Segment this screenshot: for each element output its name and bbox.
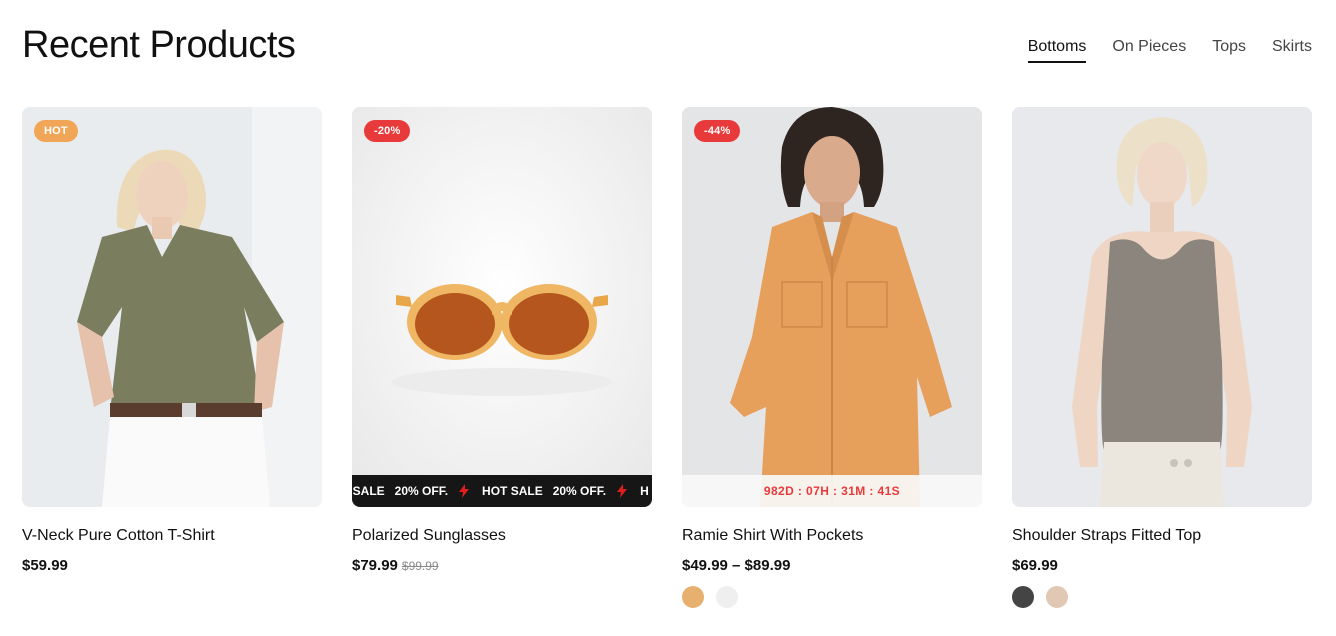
tab-on-pieces[interactable]: On Pieces [1112,38,1186,62]
tshirt-model-image [22,107,322,507]
product-price: $69.99 [1012,557,1312,574]
hot-badge: HOT [34,120,78,142]
category-tabs: Bottoms On Pieces Tops Skirts [1027,38,1312,63]
product-grid: HOT V-Neck Pure Cotton T-Shirt $59.99 -2… [22,107,1312,608]
color-swatch-beige[interactable] [1046,586,1068,608]
product-card: -44% 982D : 07H : 31M : 41S Ramie Shirt … [682,107,982,608]
product-image[interactable]: -20% T SALE 20% OFF. HOT SALE 20% OFF. H [352,107,652,507]
tab-skirts[interactable]: Skirts [1272,38,1312,62]
color-swatch-orange[interactable] [682,586,704,608]
discount-badge: -44% [694,120,741,142]
color-swatches [682,586,982,608]
product-price: $49.99 – $89.99 [682,557,982,574]
lightning-bolt-icon [459,484,470,498]
countdown-timer: 982D : 07H : 31M : 41S [682,475,982,507]
tab-tops[interactable]: Tops [1212,38,1246,62]
fitted-top-model-image [1012,107,1312,507]
marquee-offer: 20% OFF. [552,484,607,498]
color-swatch-charcoal[interactable] [1012,586,1034,608]
product-card: -20% T SALE 20% OFF. HOT SALE 20% OFF. H [352,107,652,608]
current-price: $59.99 [22,557,68,574]
hot-sale-marquee: T SALE 20% OFF. HOT SALE 20% OFF. H [352,475,652,507]
current-price: $69.99 [1012,557,1058,574]
price-range: $49.99 – $89.99 [682,557,791,574]
marquee-text: HOT SALE [482,484,543,498]
product-image[interactable] [1012,107,1312,507]
product-title[interactable]: Polarized Sunglasses [352,527,652,545]
tab-bottoms[interactable]: Bottoms [1027,38,1086,63]
sunglasses-image [352,107,652,507]
product-image[interactable]: HOT [22,107,322,507]
product-card: Shoulder Straps Fitted Top $69.99 [1012,107,1312,608]
product-price: $79.99 $99.99 [352,557,652,574]
color-swatch-white[interactable] [716,586,738,608]
product-title[interactable]: Shoulder Straps Fitted Top [1012,527,1312,545]
product-title[interactable]: Ramie Shirt With Pockets [682,527,982,545]
marquee-text: T SALE [352,484,385,498]
discount-badge: -20% [364,120,411,142]
marquee-text: H [640,484,649,498]
product-title[interactable]: V-Neck Pure Cotton T-Shirt [22,527,322,545]
product-image[interactable]: -44% 982D : 07H : 31M : 41S [682,107,982,507]
current-price: $79.99 [352,557,398,574]
page-title: Recent Products [22,24,296,66]
product-card: HOT V-Neck Pure Cotton T-Shirt $59.99 [22,107,322,608]
old-price: $99.99 [401,559,439,573]
color-swatches [1012,586,1312,608]
ramie-shirt-model-image [682,107,982,507]
marquee-offer: 20% OFF. [394,484,449,498]
product-price: $59.99 [22,557,322,574]
lightning-bolt-icon [617,484,628,498]
